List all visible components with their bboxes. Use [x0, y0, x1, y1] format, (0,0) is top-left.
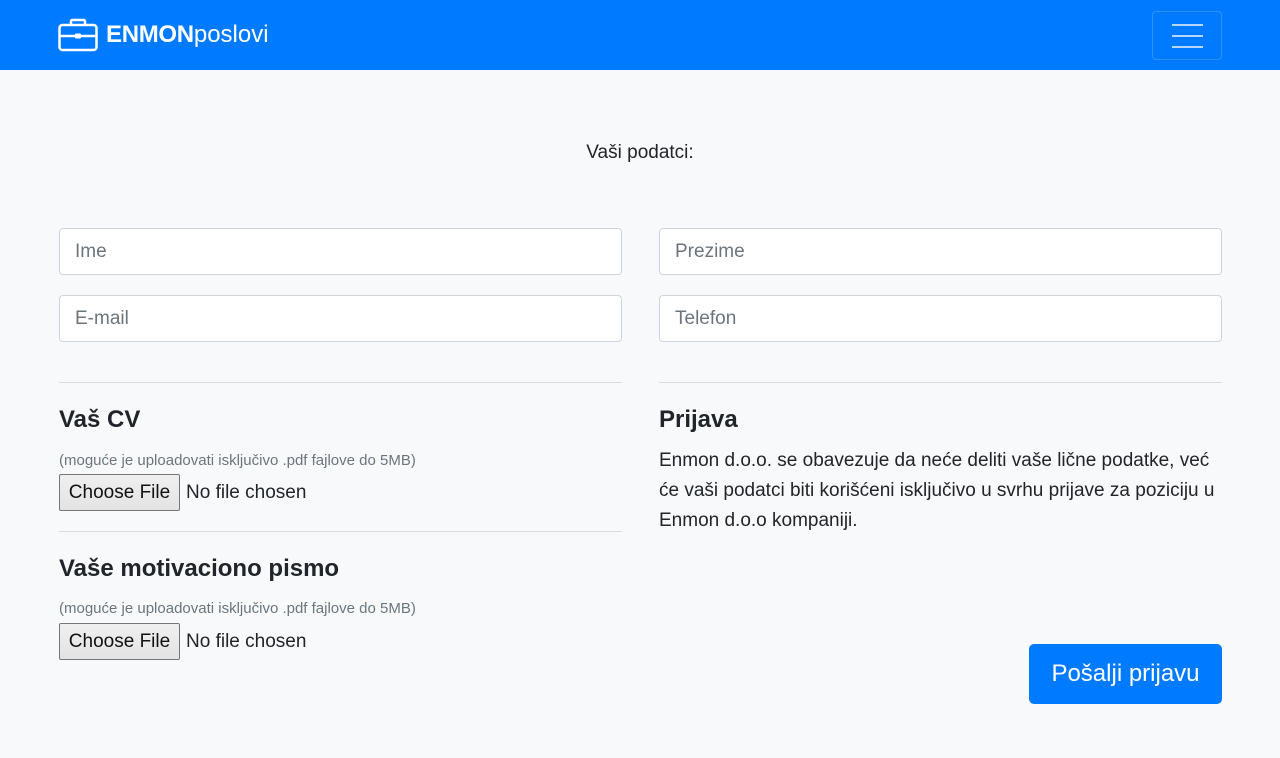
cv-hint: (moguće je uploadovati isključivo .pdf f…	[59, 452, 416, 469]
divider	[659, 382, 1222, 383]
form-title: Vaši podatci:	[586, 142, 694, 163]
email-input[interactable]: E-mail	[59, 295, 622, 342]
menu-toggle-button[interactable]	[1152, 11, 1222, 60]
letter-title: Vaše motivaciono pismo	[59, 555, 340, 582]
divider	[59, 531, 622, 532]
brand-name-bold: ENMON	[106, 21, 194, 48]
letter-hint: (moguće je uploadovati isključivo .pdf f…	[59, 600, 416, 617]
email-placeholder: E-mail	[75, 307, 129, 329]
application-text: Enmon d.o.o. se obavezuje da neće deliti…	[659, 450, 1215, 531]
letter-choose-file-button[interactable]: Choose File	[59, 623, 180, 660]
letter-file-input: Choose File No file chosen	[59, 623, 306, 660]
briefcase-icon	[58, 18, 98, 52]
first-name-input[interactable]: Ime	[59, 228, 622, 275]
brand-name-light: poslovi	[193, 21, 269, 48]
phone-input[interactable]: Telefon	[659, 295, 1222, 342]
first-name-placeholder: Ime	[75, 240, 107, 262]
last-name-placeholder: Prezime	[675, 240, 745, 262]
submit-button[interactable]: Pošalji prijavu	[1029, 644, 1222, 704]
divider	[59, 382, 622, 383]
cv-file-input: Choose File No file chosen	[59, 474, 306, 511]
cv-title: Vaš CV	[59, 406, 141, 433]
brand-link[interactable]: ENMON poslovi	[58, 18, 269, 52]
navbar: ENMON poslovi	[0, 0, 1280, 70]
cv-file-status: No file chosen	[186, 481, 307, 503]
phone-placeholder: Telefon	[675, 307, 737, 329]
cv-choose-file-button[interactable]: Choose File	[59, 474, 180, 511]
application-title: Prijava	[659, 406, 738, 433]
last-name-input[interactable]: Prezime	[659, 228, 1222, 275]
letter-file-status: No file chosen	[186, 630, 307, 652]
